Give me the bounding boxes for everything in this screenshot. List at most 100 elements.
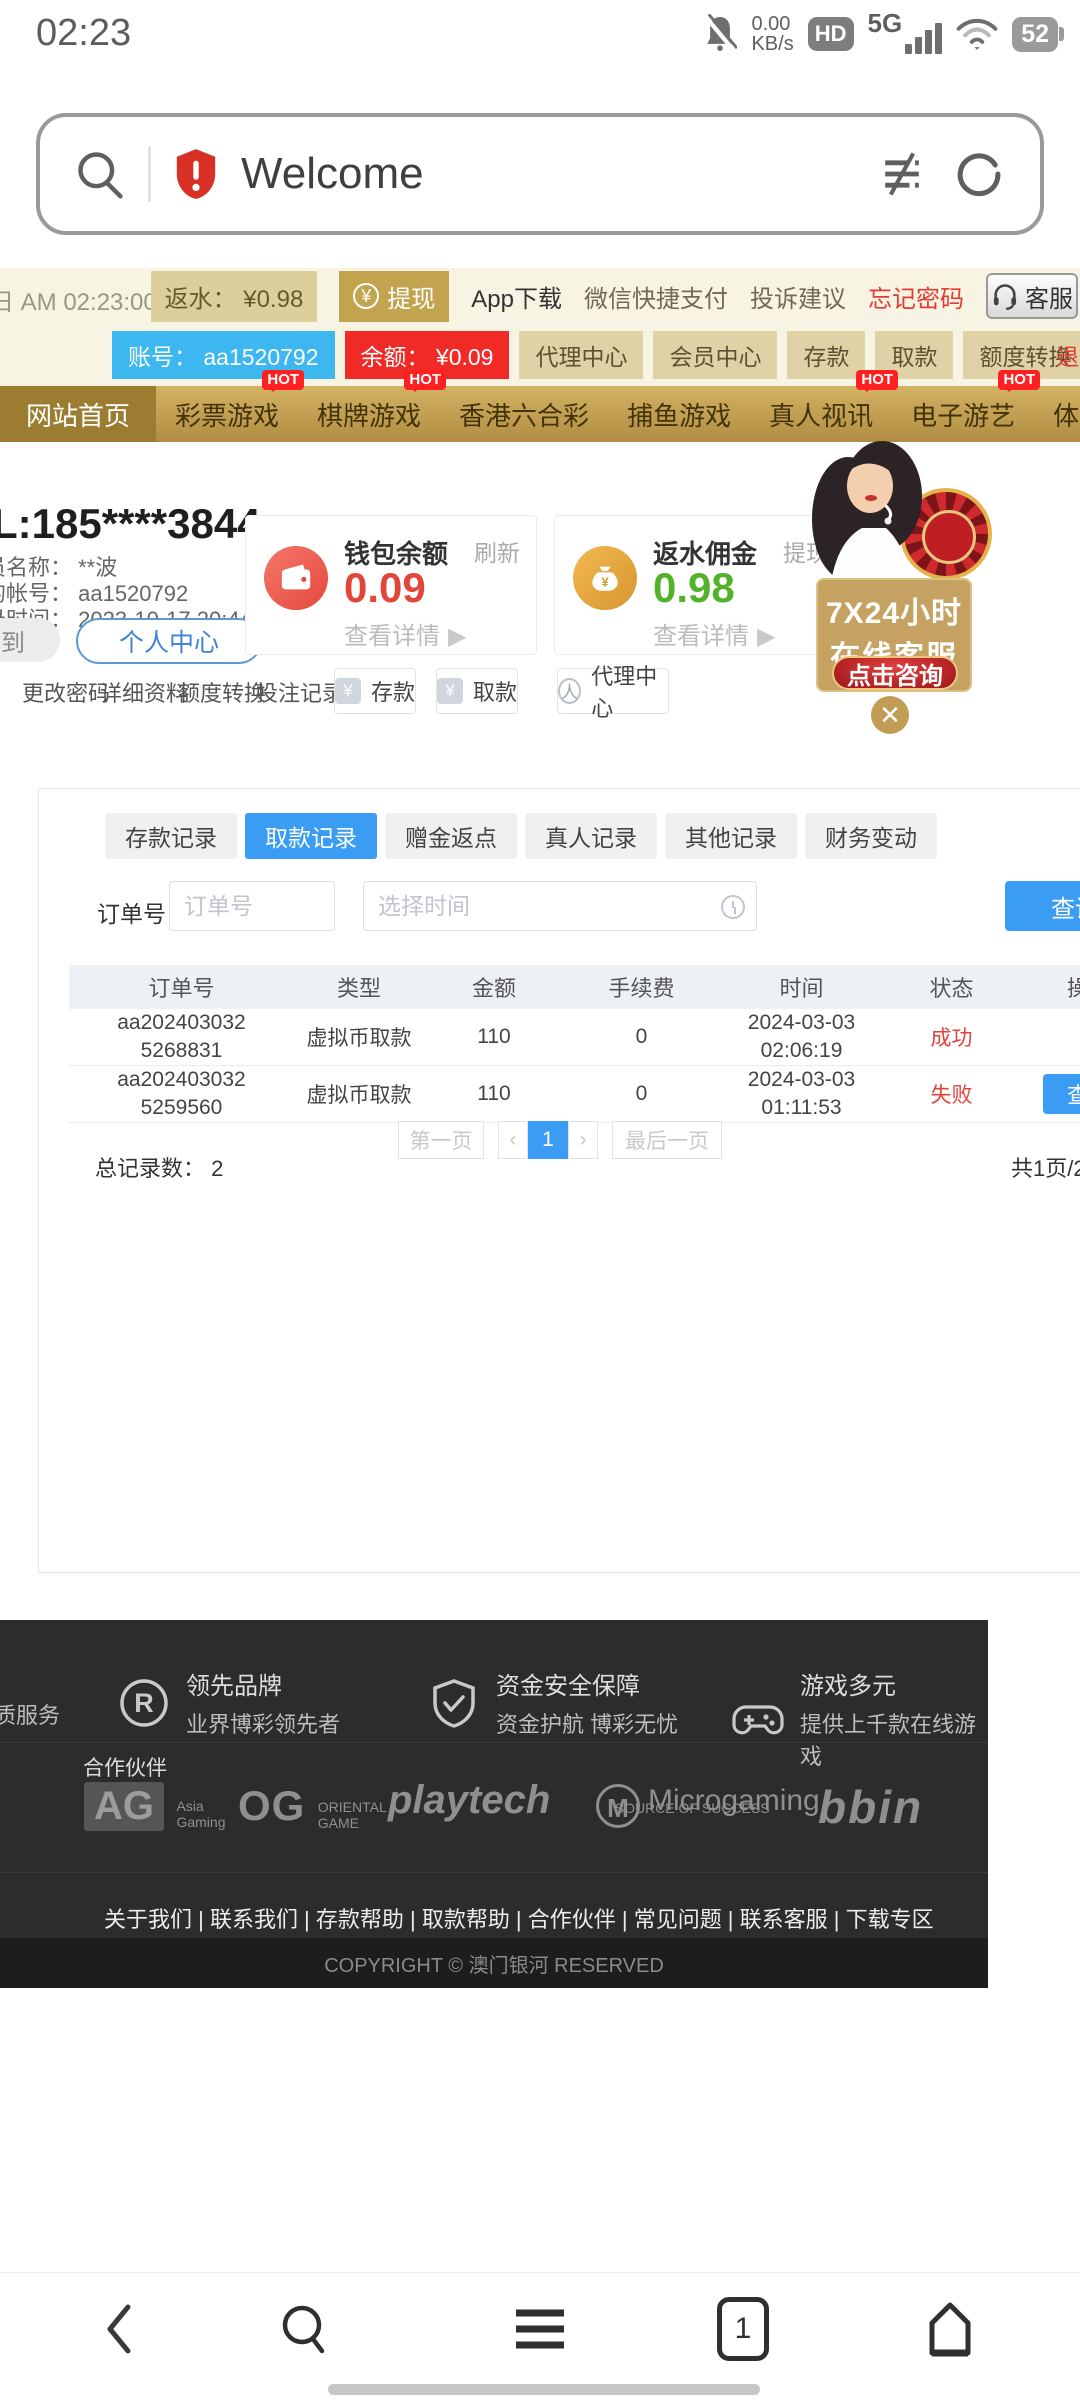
last-page-button[interactable]: 最后一页	[612, 1121, 722, 1159]
logout-link[interactable]: 退出	[1056, 338, 1080, 372]
col-time: 时间	[719, 971, 884, 1003]
rebate-amount-chip: 返水： ¥0.98	[151, 271, 318, 322]
cs-agent-image	[790, 424, 950, 589]
withdraw-icon: ¥	[437, 678, 463, 704]
menu-icon[interactable]	[508, 2297, 572, 2361]
prev-page-button[interactable]: ‹	[498, 1121, 528, 1159]
view-detail-button[interactable]: 查看	[1043, 1074, 1080, 1114]
wechat-pay-link[interactable]: 微信快捷支付	[584, 279, 728, 314]
wifi-icon	[956, 16, 998, 52]
browser-url-bar[interactable]: Welcome	[36, 113, 1044, 235]
first-page-button[interactable]: 第一页	[398, 1121, 484, 1159]
next-page-button[interactable]: ›	[568, 1121, 598, 1159]
tab-bonus-rebate[interactable]: 赠金返点	[385, 813, 517, 859]
copyright-text: COPYRIGHT © 澳门银河 RESERVED	[0, 1938, 988, 1988]
page-title-text[interactable]: Welcome	[241, 149, 424, 199]
gesture-bar[interactable]	[328, 2384, 760, 2395]
tab-deposit-records[interactable]: 存款记录	[105, 813, 237, 859]
nav-item-home[interactable]: 网站首页	[0, 386, 156, 442]
nav-item-hk-lottery[interactable]: 香港六合彩	[440, 386, 608, 442]
bet-records-link[interactable]: 投注记录	[256, 676, 344, 708]
time-range-input[interactable]	[363, 881, 757, 931]
col-order-id: 订单号	[69, 971, 294, 1003]
agent-center-quick-button[interactable]: 人代理中心	[557, 668, 669, 714]
tab-count-button[interactable]: 1	[717, 2297, 769, 2361]
account-bar: 账号： aa1520792 余额： ¥0.09 代理中心 会员中心 存款 取款 …	[0, 324, 1080, 386]
cell-status: 失败	[884, 1079, 1019, 1109]
checkin-button[interactable]: 签到	[0, 618, 60, 662]
quick-withdraw-button[interactable]: ¥提现	[339, 271, 449, 322]
partners-label: 合作伙伴	[83, 1752, 167, 1782]
forgot-password-link[interactable]: 忘记密码	[868, 279, 964, 314]
nav-item-sports[interactable]: 体育电竞	[1034, 386, 1080, 442]
partner-logo-asia-gaming: AG AsiaGaming	[84, 1782, 225, 1831]
member-center-button[interactable]: 会员中心	[653, 331, 777, 379]
refresh-icon[interactable]	[952, 147, 1006, 201]
headset-icon	[991, 282, 1019, 310]
nav-item-fishing[interactable]: 捕鱼游戏	[608, 386, 750, 442]
cs-floating-widget[interactable]: 7X24小时 在线客服 点击咨询 ✕	[788, 430, 988, 730]
search-icon[interactable]	[272, 2297, 336, 2361]
tab-other-records[interactable]: 其他记录	[665, 813, 797, 859]
divider	[148, 146, 151, 202]
site-topbar: 日 AM 02:23:00 返水： ¥0.98 ¥提现 App下载 微信快捷支付…	[0, 268, 1080, 324]
reader-settings-icon[interactable]	[874, 146, 930, 202]
deposit-button[interactable]: 存款	[787, 331, 865, 379]
shield-check-icon	[428, 1677, 480, 1729]
withdraw-quick-button[interactable]: ¥取款	[436, 668, 518, 714]
nav-item-board-games[interactable]: 棋牌游戏HOT	[298, 386, 440, 442]
col-type: 类型	[294, 971, 424, 1003]
rebate-value: 0.98	[653, 564, 735, 612]
deposit-quick-button[interactable]: ¥存款	[334, 668, 416, 714]
customer-service-button[interactable]: 客服	[986, 273, 1078, 319]
wallet-icon	[264, 546, 328, 610]
search-icon[interactable]	[74, 148, 126, 200]
personal-center-button[interactable]: 个人中心	[76, 618, 262, 664]
nav-item-lottery[interactable]: 彩票游戏HOT	[156, 386, 298, 442]
cell-time: 2024-03-0301:11:53	[719, 1066, 884, 1123]
agent-center-button[interactable]: 代理中心	[519, 331, 643, 379]
tab-withdraw-records[interactable]: 取款记录	[245, 813, 377, 859]
feature-title: 游戏多元	[800, 1666, 988, 1701]
view-details-link[interactable]: 查看详情▶	[344, 616, 466, 651]
order-no-input[interactable]	[169, 881, 335, 931]
cs-close-icon[interactable]: ✕	[871, 696, 909, 734]
complaint-link[interactable]: 投诉建议	[750, 279, 846, 314]
current-page[interactable]: 1	[528, 1121, 568, 1159]
back-icon[interactable]	[88, 2297, 152, 2361]
cell-type: 虚拟币取款	[294, 1022, 424, 1052]
refresh-link[interactable]: 刷新	[474, 534, 520, 568]
battery-icon: 52	[1012, 17, 1058, 52]
tab-finance-changes[interactable]: 财务变动	[805, 813, 937, 859]
cell-fee: 0	[564, 1025, 719, 1049]
site-datetime: 日 AM 02:23:00	[0, 282, 157, 317]
security-warning-icon[interactable]	[173, 147, 219, 201]
cell-order-id: aa2024030325268831	[112, 1009, 252, 1066]
app-download-link[interactable]: App下载	[471, 279, 562, 314]
network-speed: 0.00KB/s	[751, 14, 793, 55]
footer-feature: 游戏多元 提供上千款在线游戏	[732, 1666, 988, 1771]
quota-transfer-link[interactable]: 额度转换	[178, 676, 266, 708]
wallet-balance-value: 0.09	[344, 564, 426, 612]
home-icon[interactable]	[918, 2297, 982, 2361]
cs-line1: 7X24小时	[818, 588, 970, 632]
agent-icon: 人	[558, 678, 581, 704]
cs-consult-button[interactable]: 点击咨询	[832, 656, 958, 690]
cs-panel: 7X24小时 在线客服 点击咨询	[816, 578, 972, 692]
phone-screen: 02:23 0.00KB/s HD 5G 52 Welcome 日 AM 02:…	[0, 0, 1080, 2400]
status-time: 02:23	[36, 12, 131, 55]
page-info-label: 共1页/2条记录	[1011, 1151, 1080, 1183]
profile-detail-link[interactable]: 详细资料	[100, 676, 188, 708]
cell-type: 虚拟币取款	[294, 1079, 424, 1109]
feature-title: 领先品牌	[186, 1666, 340, 1701]
col-status: 状态	[884, 971, 1019, 1003]
col-amount: 金额	[424, 971, 564, 1003]
cellular-signal-icon: 5G	[868, 14, 943, 54]
search-button[interactable]: 查询	[1005, 881, 1080, 931]
feature-subtitle: 提供上千款在线游戏	[800, 1707, 988, 1771]
tab-live-records[interactable]: 真人记录	[525, 813, 657, 859]
footer-links[interactable]: 关于我们 | 联系我们 | 存款帮助 | 取款帮助 | 合作伙伴 | 常见问题 …	[104, 1902, 934, 1934]
change-password-link[interactable]: 更改密码	[22, 676, 110, 708]
view-details-link[interactable]: 查看详情▶	[653, 616, 775, 651]
total-records-label: 总记录数： 2	[95, 1151, 223, 1183]
